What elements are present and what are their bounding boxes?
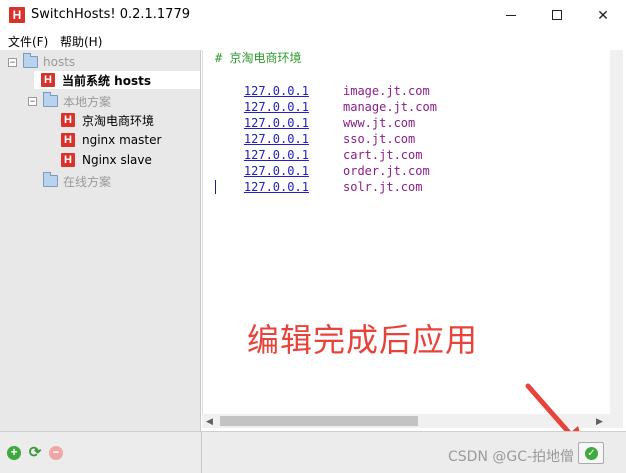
hosts-entry: 127.0.0.1 cart.jt.com — [215, 131, 595, 162]
add-button[interactable]: + — [7, 446, 21, 460]
hosts-entry: 127.0.0.1 www.jt.com — [215, 99, 595, 130]
collapse-icon[interactable]: − — [28, 96, 37, 106]
tree-group-local[interactable]: − 本地方案 — [28, 92, 111, 110]
hosts-icon: H — [61, 113, 75, 127]
tree-group-online[interactable]: 在线方案 — [43, 172, 111, 190]
menu-bar: 文件(F) 帮助(H) — [0, 30, 626, 50]
hosts-icon: H — [41, 73, 55, 87]
watermark-text: CSDN @GC-拍地僧 — [448, 449, 575, 465]
menu-file[interactable]: 文件(F) — [8, 33, 48, 50]
footer-bar: + ⟳ − CSDN @GC-拍地僧 ✓ — [0, 431, 626, 473]
check-icon: ✓ — [585, 447, 598, 460]
footer-divider — [201, 432, 202, 473]
window-title: SwitchHosts! 0.2.1.1779 — [31, 7, 190, 22]
tree-label: nginx master — [82, 133, 162, 147]
hostname: solr.jt.com — [343, 180, 423, 194]
comment-line: # 京淘电商环境 — [215, 51, 302, 65]
menu-help[interactable]: 帮助(H) — [60, 33, 102, 50]
hosts-entry: 127.0.0.1 solr.jt.com — [215, 163, 595, 194]
tree-label: 本地方案 — [63, 94, 112, 109]
hosts-entry: 127.0.0.1 image.jt.com — [215, 67, 595, 98]
maximize-button[interactable] — [534, 0, 580, 30]
tree-item-local[interactable]: H nginx master — [61, 131, 161, 149]
tree-root-hosts[interactable]: − hosts — [8, 53, 75, 71]
scrollbar-thumb[interactable] — [220, 416, 418, 426]
tree-label: hosts — [43, 55, 76, 69]
folder-icon — [43, 172, 58, 187]
close-icon: ✕ — [597, 6, 609, 23]
title-bar: H SwitchHosts! 0.2.1.1779 ✕ — [0, 0, 626, 30]
collapse-icon[interactable]: − — [8, 57, 17, 67]
remove-button[interactable]: − — [49, 446, 63, 460]
apply-button[interactable]: ✓ — [578, 442, 604, 464]
minimize-button[interactable] — [488, 0, 534, 30]
annotation-text: 编辑完成后应用 — [247, 321, 479, 359]
close-button[interactable]: ✕ — [580, 0, 626, 30]
app-icon: H — [9, 7, 25, 23]
vertical-scrollbar[interactable] — [610, 50, 623, 414]
tree-item-local[interactable]: H 京淘电商环境 — [61, 111, 154, 129]
scroll-left-icon[interactable]: ◀ — [206, 416, 213, 427]
sidebar: − hosts H 当前系统 hosts − 本地方案 H 京淘电商环境 H n… — [0, 50, 201, 431]
tree-label: Nginx slave — [82, 153, 152, 167]
hosts-icon: H — [61, 153, 75, 167]
ip-address[interactable]: 127.0.0.1 — [244, 180, 309, 194]
hosts-entry: 127.0.0.1 manage.jt.com — [215, 83, 595, 114]
tree-item-local[interactable]: H Nginx slave — [61, 151, 152, 169]
hosts-entry: 127.0.0.1 order.jt.com — [215, 147, 595, 178]
hosts-icon: H — [61, 133, 75, 147]
minimize-icon — [506, 14, 516, 16]
folder-icon — [23, 53, 38, 68]
text-cursor — [215, 180, 216, 194]
tree-item-current-system[interactable]: H 当前系统 hosts — [34, 71, 200, 89]
tree-label: 当前系统 hosts — [62, 73, 151, 88]
refresh-button[interactable]: ⟳ — [27, 445, 43, 460]
folder-icon — [43, 92, 58, 107]
hosts-entry: 127.0.0.1 sso.jt.com — [215, 115, 595, 146]
maximize-icon — [552, 10, 562, 20]
hosts-editor[interactable]: # 京淘电商环境 127.0.0.1 image.jt.com 127.0.0.1… — [202, 50, 623, 414]
tree-label: 在线方案 — [63, 174, 112, 189]
tree-label: 京淘电商环境 — [82, 113, 155, 128]
